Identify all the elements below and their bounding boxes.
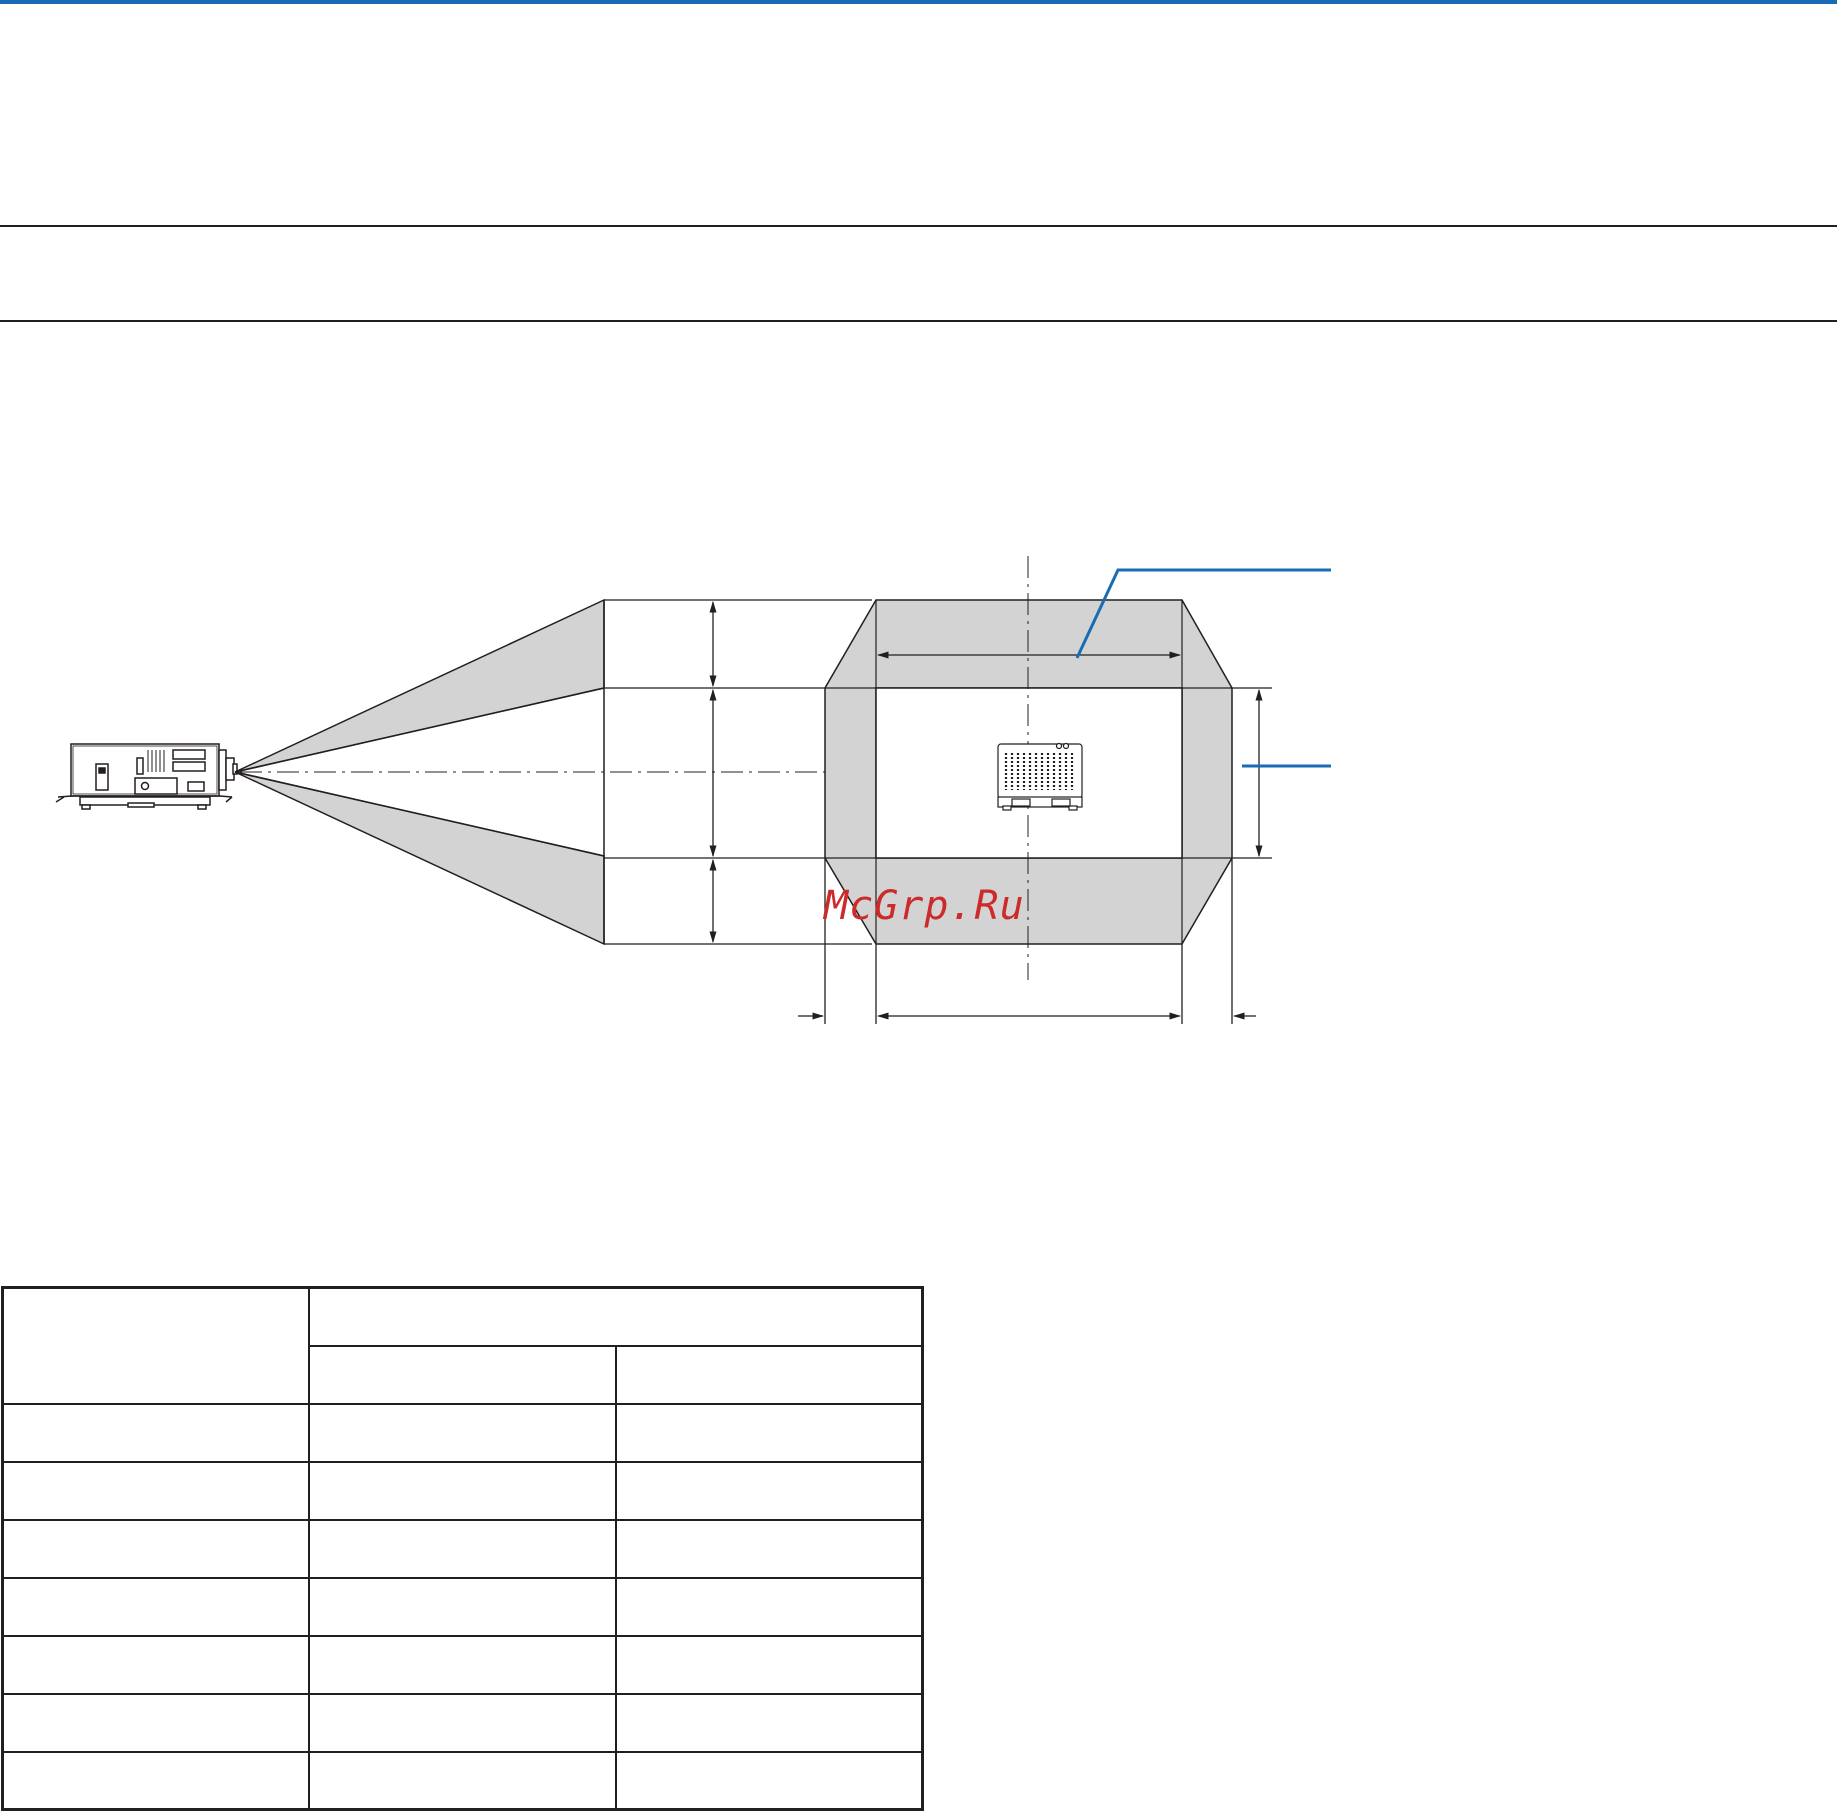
- table-cell: [614, 1518, 924, 1580]
- table-row: [1, 1460, 924, 1521]
- table-cell: [614, 1635, 924, 1696]
- lens-shift-range-diagram: [55, 556, 1331, 1024]
- table-cell: [307, 1577, 617, 1638]
- table-cell: [614, 1460, 924, 1521]
- table-cell: [1, 1693, 310, 1754]
- table-cell: [614, 1577, 924, 1638]
- table-row: [1, 1693, 924, 1754]
- table-row: [1, 1751, 924, 1811]
- lens-shift-range-table: [1, 1285, 924, 1811]
- projector-side-view-icon: [55, 743, 238, 810]
- table-cell: [307, 1518, 617, 1580]
- table-cell: [1, 1518, 310, 1580]
- table-header-cell: [1, 1285, 310, 1405]
- projector-front-view-icon: [997, 742, 1083, 811]
- table-cell: [1, 1577, 310, 1638]
- table-cell: [307, 1751, 617, 1811]
- table-row: [1, 1518, 924, 1580]
- top-accent-rule: [0, 0, 1837, 4]
- table-cell: [307, 1635, 617, 1696]
- table-cell: [614, 1751, 924, 1811]
- table-cell: [1, 1751, 310, 1811]
- table-cell: [614, 1693, 924, 1754]
- table-header-cell: [307, 1285, 924, 1347]
- table-row: [1, 1577, 924, 1638]
- table-cell: [307, 1402, 617, 1463]
- section-rule-top: [0, 225, 1837, 227]
- table-cell: [1, 1402, 310, 1463]
- table-row: [1, 1635, 924, 1696]
- watermark-text: McGrp.Ru: [824, 883, 1025, 929]
- table-subheader-cell: [307, 1344, 617, 1405]
- table-subheader-cell: [614, 1344, 924, 1405]
- table-cell: [1, 1460, 310, 1521]
- table-cell: [307, 1693, 617, 1754]
- table-cell: [614, 1402, 924, 1463]
- table-cell: [307, 1460, 617, 1521]
- table-row: [1, 1402, 924, 1463]
- table-header-row: [1, 1285, 924, 1405]
- table-cell: [1, 1635, 310, 1696]
- section-rule-bottom: [0, 320, 1837, 322]
